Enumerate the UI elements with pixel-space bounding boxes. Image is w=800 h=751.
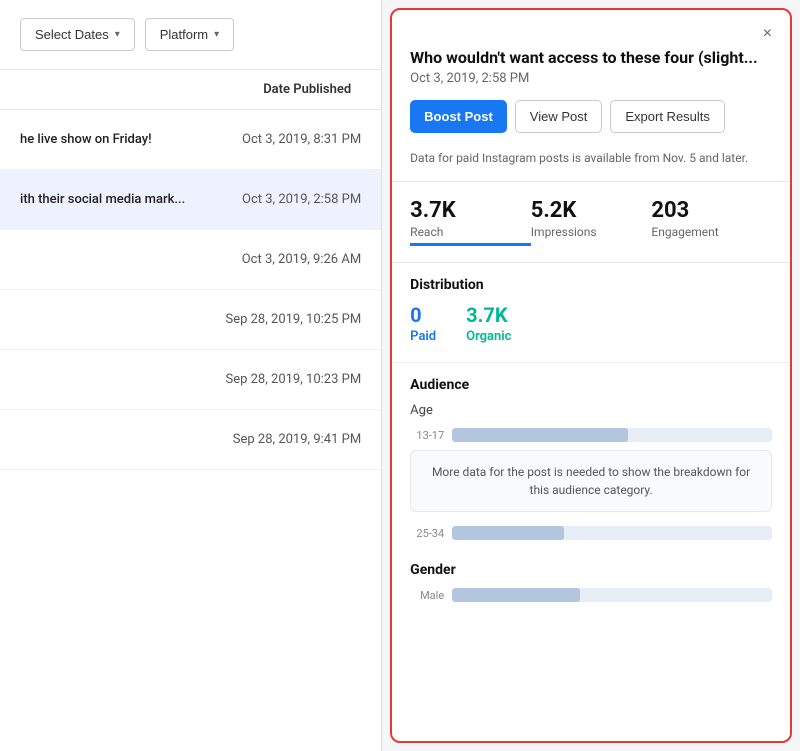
reach-label: Reach (410, 225, 531, 239)
age-bar-row-2534: 25-34 (410, 526, 772, 540)
row-date: Sep 28, 2019, 10:25 PM (225, 312, 361, 327)
table-row[interactable]: ith their social media mark... Oct 3, 20… (0, 170, 381, 230)
audience-section: Audience Age 13-17 More data for the pos… (392, 363, 790, 562)
gender-bar-bg-male (452, 588, 772, 602)
left-panel: Select Dates ▾ Platform ▾ Date Published… (0, 0, 382, 751)
table-row[interactable]: Sep 28, 2019, 10:25 PM (0, 290, 381, 350)
stat-impressions[interactable]: 5.2K Impressions (531, 198, 652, 246)
card-close-row: × (410, 26, 772, 42)
gender-title: Gender (410, 562, 772, 578)
gender-bar-fill-male (452, 588, 580, 602)
boost-post-button[interactable]: Boost Post (410, 100, 507, 133)
row-title: he live show on Friday! (20, 132, 152, 147)
impressions-label: Impressions (531, 225, 652, 239)
platform-button[interactable]: Platform ▾ (145, 18, 234, 51)
age-bar-row-1317: 13-17 (410, 428, 772, 442)
dist-paid: 0 Paid (410, 303, 436, 344)
age-bar-bg-2534 (452, 526, 772, 540)
row-date: Sep 28, 2019, 9:41 PM (233, 432, 361, 447)
paid-label: Paid (410, 329, 436, 344)
age-subtitle: Age (410, 403, 772, 418)
export-results-button[interactable]: Export Results (610, 100, 725, 133)
row-date: Oct 3, 2019, 2:58 PM (242, 192, 361, 207)
gender-section: Gender Male (392, 562, 790, 624)
reach-value: 3.7K (410, 198, 531, 223)
select-dates-label: Select Dates (35, 27, 109, 42)
row-title: ith their social media mark... (20, 192, 185, 207)
engagement-value: 203 (651, 198, 772, 223)
age-bar-fill-1317 (452, 428, 628, 442)
age-bar-bg-1317 (452, 428, 772, 442)
toolbar: Select Dates ▾ Platform ▾ (0, 0, 381, 70)
stat-reach[interactable]: 3.7K Reach (410, 198, 531, 246)
platform-label: Platform (160, 27, 208, 42)
distribution-title: Distribution (410, 277, 772, 293)
more-data-notice: More data for the post is needed to show… (410, 450, 772, 512)
row-date: Oct 3, 2019, 9:26 AM (242, 252, 361, 267)
card-actions: Boost Post View Post Export Results (410, 100, 772, 133)
view-post-button[interactable]: View Post (515, 100, 603, 133)
table-rows: he live show on Friday! Oct 3, 2019, 8:3… (0, 110, 381, 751)
row-date: Oct 3, 2019, 8:31 PM (242, 132, 361, 147)
row-date: Sep 28, 2019, 10:23 PM (225, 372, 361, 387)
table-row[interactable]: he live show on Friday! Oct 3, 2019, 8:3… (0, 110, 381, 170)
close-button[interactable]: × (763, 26, 772, 42)
audience-title: Audience (410, 377, 772, 393)
age-label-2534: 25-34 (410, 527, 444, 540)
organic-value: 3.7K (466, 303, 511, 327)
paid-value: 0 (410, 303, 436, 327)
date-published-header: Date Published (263, 82, 351, 97)
detail-card: × Who wouldn't want access to these four… (390, 8, 792, 743)
impressions-value: 5.2K (531, 198, 652, 223)
stats-row: 3.7K Reach 5.2K Impressions 203 Engageme… (392, 182, 790, 263)
card-header: × Who wouldn't want access to these four… (392, 10, 790, 182)
table-row[interactable]: Oct 3, 2019, 9:26 AM (0, 230, 381, 290)
table-row[interactable]: Sep 28, 2019, 9:41 PM (0, 410, 381, 470)
card-notice: Data for paid Instagram posts is availab… (410, 143, 772, 169)
card-date: Oct 3, 2019, 2:58 PM (410, 71, 772, 86)
age-bar-fill-2534 (452, 526, 564, 540)
stat-engagement[interactable]: 203 Engagement (651, 198, 772, 246)
card-title: Who wouldn't want access to these four (… (410, 48, 772, 67)
table-row[interactable]: Sep 28, 2019, 10:23 PM (0, 350, 381, 410)
select-dates-button[interactable]: Select Dates ▾ (20, 18, 135, 51)
gender-label-male: Male (410, 589, 444, 602)
age-label-1317: 13-17 (410, 429, 444, 442)
table-header: Date Published (0, 70, 381, 110)
engagement-label: Engagement (651, 225, 772, 239)
chevron-down-icon: ▾ (115, 29, 120, 40)
distribution-section: Distribution 0 Paid 3.7K Organic (392, 263, 790, 363)
dist-organic: 3.7K Organic (466, 303, 511, 344)
chevron-down-icon: ▾ (214, 29, 219, 40)
gender-bar-row-male: Male (410, 588, 772, 602)
organic-label: Organic (466, 329, 511, 344)
dist-row: 0 Paid 3.7K Organic (410, 303, 772, 344)
